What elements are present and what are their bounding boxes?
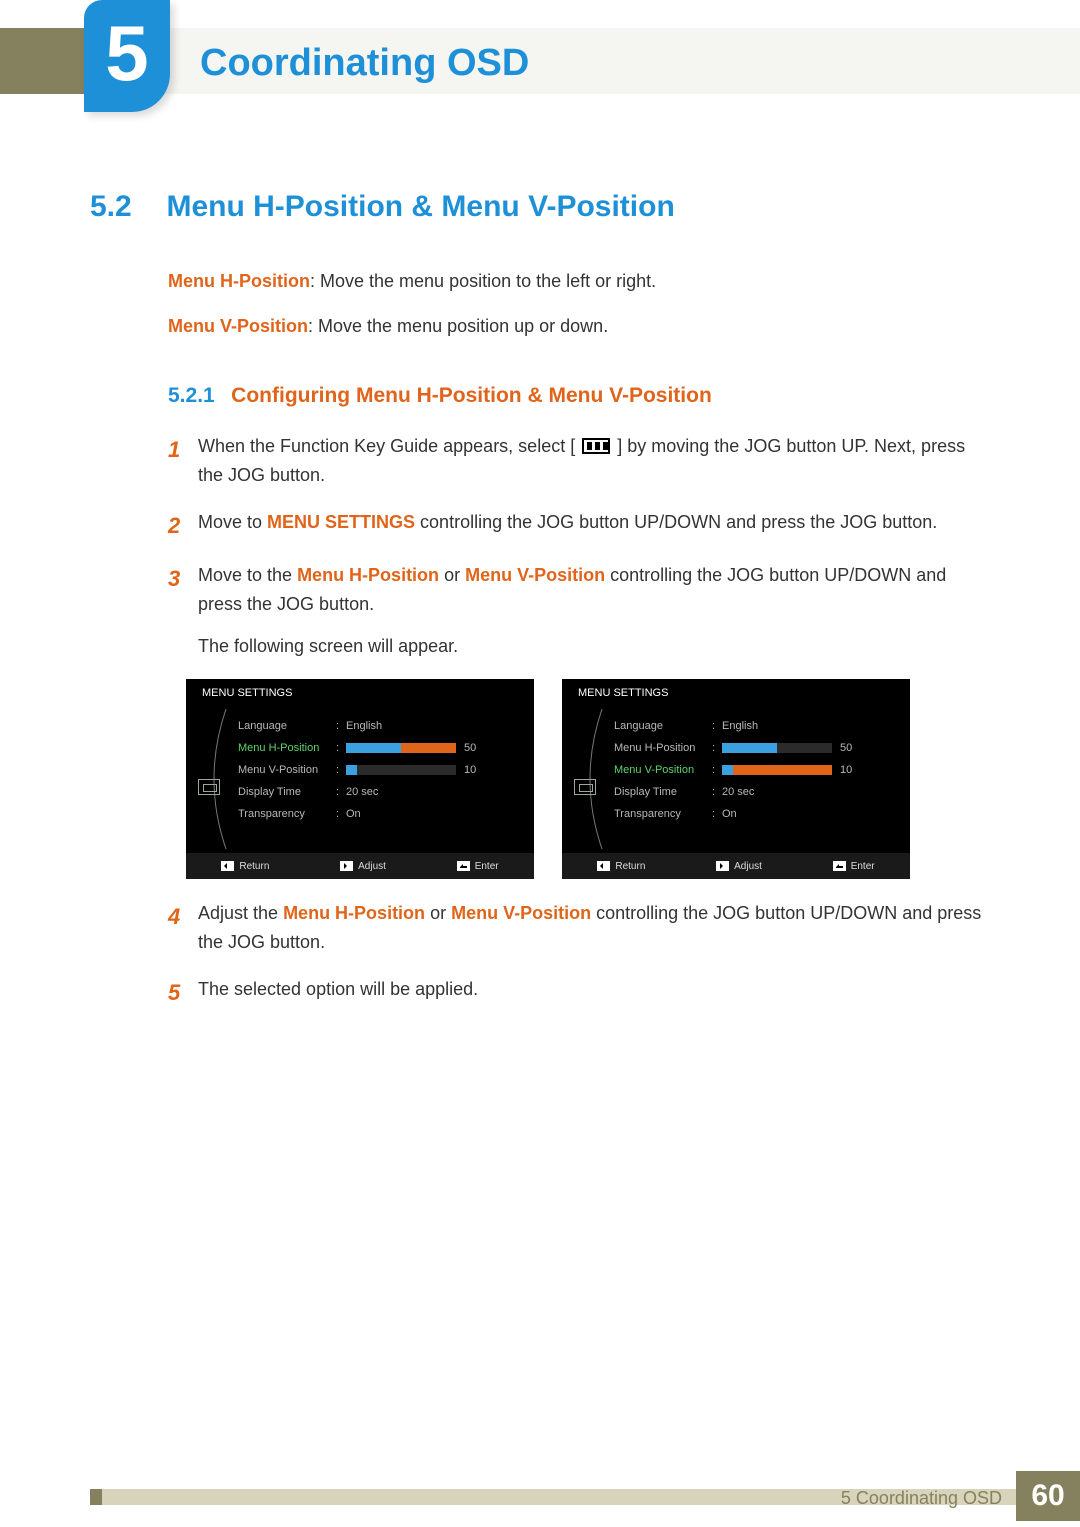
- osd-label: Menu H-Position: [238, 742, 336, 754]
- step3-mid: or: [439, 565, 465, 585]
- page-footer: 5 Coordinating OSD 60: [0, 1471, 1080, 1527]
- osd-panel-vpos: MENU SETTINGS Language:English Menu H-Po…: [562, 679, 910, 879]
- osd-title: MENU SETTINGS: [578, 687, 900, 699]
- osd-row-language: Language:English: [238, 715, 524, 737]
- osd-value: 50: [840, 742, 852, 754]
- step-number: 2: [168, 508, 198, 543]
- monitor-icon: [574, 779, 596, 795]
- osd-side-graphic: [572, 715, 614, 835]
- footer-title: 5 Coordinating OSD: [841, 1488, 1002, 1509]
- footer-cap: [90, 1489, 102, 1505]
- osd-footer: Return Adjust Enter: [562, 853, 910, 879]
- osd-title: MENU SETTINGS: [202, 687, 524, 699]
- step3-c: The following screen will appear.: [198, 632, 990, 661]
- osd-side-graphic: [196, 715, 238, 835]
- osd-value: English: [722, 720, 900, 732]
- subsection-title: Configuring Menu H-Position & Menu V-Pos…: [231, 384, 712, 407]
- page-number: 60: [1016, 1471, 1080, 1521]
- step-number: 4: [168, 899, 198, 957]
- step3-hl2: Menu V-Position: [465, 565, 605, 585]
- osd-value: English: [346, 720, 524, 732]
- step4-hl1: Menu H-Position: [283, 903, 425, 923]
- osd-label: Menu V-Position: [614, 764, 712, 776]
- osd-label: Transparency: [238, 808, 336, 820]
- step4-a: Adjust the: [198, 903, 283, 923]
- step-3: 3 Move to the Menu H-Position or Menu V-…: [168, 561, 990, 661]
- slider-bar: [722, 765, 832, 775]
- intro-v-desc: : Move the menu position up or down.: [308, 316, 608, 336]
- step-number: 5: [168, 975, 198, 1010]
- step3-a: Move to the: [198, 565, 297, 585]
- osd-label: Menu V-Position: [238, 764, 336, 776]
- osd-row-vpos-active: Menu V-Position: 10: [614, 759, 900, 781]
- menu-icon: [582, 438, 610, 454]
- step-number: 1: [168, 432, 198, 490]
- osd-value: On: [346, 808, 524, 820]
- osd-panel-hpos: MENU SETTINGS Language:English Menu H-Po…: [186, 679, 534, 879]
- osd-value: 10: [464, 764, 476, 776]
- intro-h-desc: : Move the menu position to the left or …: [310, 271, 656, 291]
- osd-label: Language: [614, 720, 712, 732]
- step-4: 4 Adjust the Menu H-Position or Menu V-P…: [168, 899, 990, 957]
- chapter-number-badge: 5: [84, 0, 170, 112]
- step2-b: controlling the JOG button UP/DOWN and p…: [415, 512, 937, 532]
- slider-bar: [346, 765, 456, 775]
- osd-row-trans: Transparency:On: [238, 803, 524, 825]
- step-1: 1 When the Function Key Guide appears, s…: [168, 432, 990, 490]
- intro-block: Menu H-Position: Move the menu position …: [168, 268, 990, 340]
- osd-row-vpos: Menu V-Position: 10: [238, 759, 524, 781]
- osd-label: Transparency: [614, 808, 712, 820]
- step-2: 2 Move to MENU SETTINGS controlling the …: [168, 508, 990, 543]
- osd-value: 50: [464, 742, 476, 754]
- osd-row-hpos: Menu H-Position: 50: [614, 737, 900, 759]
- step5-text: The selected option will be applied.: [198, 975, 990, 1010]
- foot-adjust: Adjust: [340, 860, 386, 872]
- step1-a: When the Function Key Guide appears, sel…: [198, 436, 575, 456]
- osd-label: Menu H-Position: [614, 742, 712, 754]
- osd-row-dtime: Display Time:20 sec: [238, 781, 524, 803]
- monitor-icon: [198, 779, 220, 795]
- foot-enter: Enter: [457, 860, 499, 872]
- foot-adjust: Adjust: [716, 860, 762, 872]
- section-heading: 5.2 Menu H-Position & Menu V-Position: [90, 190, 990, 224]
- step2-a: Move to: [198, 512, 267, 532]
- step-number: 3: [168, 561, 198, 661]
- intro-v-label: Menu V-Position: [168, 316, 308, 336]
- intro-h-label: Menu H-Position: [168, 271, 310, 291]
- osd-label: Display Time: [614, 786, 712, 798]
- osd-row-hpos-active: Menu H-Position: 50: [238, 737, 524, 759]
- slider-bar: [722, 743, 832, 753]
- step4-hl2: Menu V-Position: [451, 903, 591, 923]
- foot-return: Return: [597, 860, 645, 872]
- section-number: 5.2: [90, 190, 162, 224]
- chapter-title: Coordinating OSD: [200, 42, 529, 85]
- step2-hl: MENU SETTINGS: [267, 512, 415, 532]
- osd-value: 10: [840, 764, 852, 776]
- osd-label: Language: [238, 720, 336, 732]
- osd-row-dtime: Display Time:20 sec: [614, 781, 900, 803]
- slider-bar: [346, 743, 456, 753]
- section-title: Menu H-Position & Menu V-Position: [166, 190, 674, 224]
- osd-value: 20 sec: [722, 786, 900, 798]
- step-5: 5 The selected option will be applied.: [168, 975, 990, 1010]
- osd-row-trans: Transparency:On: [614, 803, 900, 825]
- osd-label: Display Time: [238, 786, 336, 798]
- foot-enter: Enter: [833, 860, 875, 872]
- step3-hl1: Menu H-Position: [297, 565, 439, 585]
- subsection-heading: 5.2.1 Configuring Menu H-Position & Menu…: [168, 384, 990, 408]
- osd-value: 20 sec: [346, 786, 524, 798]
- osd-value: On: [722, 808, 900, 820]
- step4-mid: or: [425, 903, 451, 923]
- osd-row-language: Language:English: [614, 715, 900, 737]
- subsection-number: 5.2.1: [168, 384, 215, 407]
- foot-return: Return: [221, 860, 269, 872]
- osd-footer: Return Adjust Enter: [186, 853, 534, 879]
